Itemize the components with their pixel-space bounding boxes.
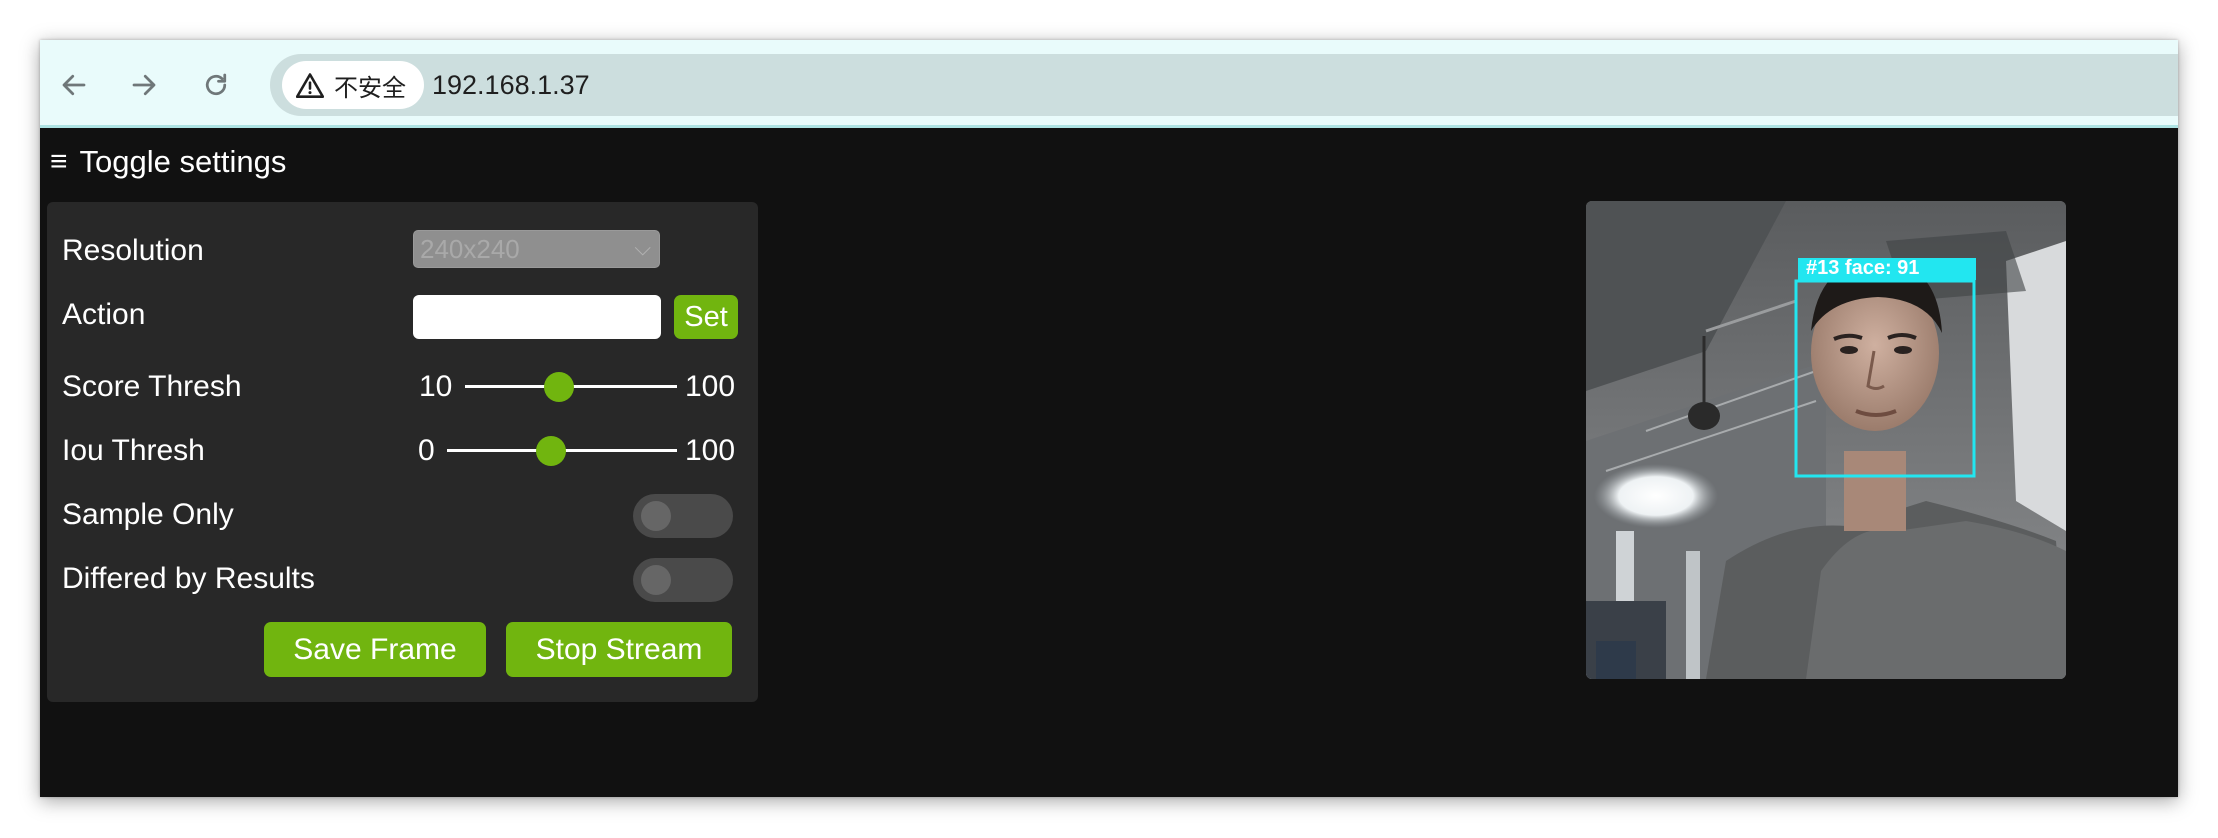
action-label: Action [62, 298, 146, 331]
arrow-left-icon [62, 74, 86, 96]
resolution-value: 240x240 [420, 234, 520, 264]
action-input[interactable] [413, 295, 661, 339]
security-chip[interactable]: 不安全 [282, 61, 424, 109]
browser-toolbar: 不安全 192.168.1.37 [40, 40, 2178, 128]
iou-thresh-thumb[interactable] [535, 436, 566, 466]
toggle-settings[interactable]: ≡ Toggle settings [50, 144, 286, 180]
warning-icon [296, 73, 324, 98]
differed-by-results-label: Differed by Results [62, 562, 315, 595]
score-thresh-max: 100 [685, 370, 736, 403]
stop-stream-button[interactable]: Stop Stream [506, 622, 732, 677]
iou-thresh-min: 0 [418, 434, 435, 467]
resolution-select[interactable]: 240x240 ⌵ [413, 230, 660, 268]
browser-window: 不安全 192.168.1.37 ≡ Toggle settings Resol… [40, 40, 2178, 797]
save-frame-button[interactable]: Save Frame [264, 622, 486, 677]
forward-button[interactable] [124, 65, 164, 105]
reload-button[interactable] [196, 65, 236, 105]
stop-stream-label: Stop Stream [535, 632, 703, 666]
address-bar[interactable]: 不安全 192.168.1.37 [270, 54, 2178, 116]
score-thresh-label: Score Thresh [62, 370, 242, 403]
sample-only-label: Sample Only [62, 498, 234, 531]
chevron-down-icon: ⌵ [634, 235, 651, 260]
iou-thresh-max: 100 [685, 434, 736, 467]
url-text[interactable]: 192.168.1.37 [432, 70, 590, 101]
back-button[interactable] [54, 65, 94, 105]
toggle-settings-label: Toggle settings [79, 144, 287, 179]
set-button[interactable]: Set [674, 295, 738, 339]
score-thresh-min: 10 [419, 370, 453, 403]
sample-only-toggle[interactable] [633, 494, 733, 538]
resolution-label: Resolution [62, 234, 204, 267]
differed-by-results-knob [641, 565, 671, 595]
hamburger-icon: ≡ [50, 145, 68, 178]
save-frame-label: Save Frame [293, 632, 457, 666]
differed-by-results-toggle[interactable] [633, 558, 733, 602]
score-thresh-thumb[interactable] [544, 372, 575, 402]
iou-thresh-label: Iou Thresh [62, 434, 205, 467]
detection-label: #13 face: 91 [1806, 257, 1920, 279]
sample-only-knob [641, 501, 671, 531]
video-stream: #13 face: 91 [1586, 201, 2066, 679]
security-label: 不安全 [334, 73, 406, 102]
set-button-label: Set [684, 300, 728, 333]
arrow-right-icon [132, 74, 156, 96]
settings-panel: Resolution 240x240 ⌵ Action Set Score Th… [47, 202, 758, 702]
reload-icon [205, 73, 227, 96]
